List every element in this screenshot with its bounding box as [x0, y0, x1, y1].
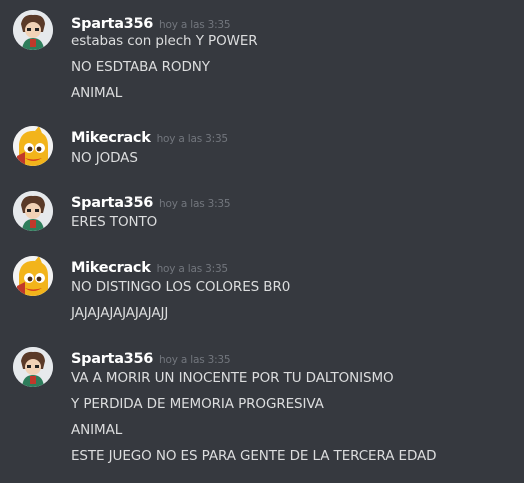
- username[interactable]: Mikecrack: [71, 130, 151, 146]
- message-text: estabas con plech Y POWER: [71, 33, 258, 49]
- message-author-row: Sparta356 hoy a las 3:35: [71, 191, 231, 213]
- message-text: ERES TONTO: [71, 214, 158, 230]
- message-group: Sparta356 hoy a las 3:35 ERES TONTO: [0, 191, 524, 236]
- message-author-row: Sparta356 hoy a las 3:35: [71, 347, 231, 369]
- username[interactable]: Mikecrack: [71, 260, 151, 276]
- sparta-avatar-icon[interactable]: [13, 347, 53, 387]
- message-author-row: Mikecrack hoy a las 3:35: [71, 126, 228, 148]
- timestamp[interactable]: hoy a las 3:35: [159, 198, 231, 210]
- timestamp[interactable]: hoy a las 3:35: [157, 133, 229, 145]
- message-text: ANIMAL: [71, 422, 123, 438]
- timestamp[interactable]: hoy a las 3:35: [159, 354, 231, 366]
- timestamp[interactable]: hoy a las 3:35: [157, 263, 229, 275]
- message-text: Y PERDIDA DE MEMORIA PROGRESIVA: [71, 396, 324, 412]
- message-text: VA A MORIR UN INOCENTE POR TU DALTONISMO: [71, 370, 394, 386]
- message-text: NO DISTINGO LOS COLORES BR0: [71, 279, 291, 295]
- mikecrack-avatar-icon[interactable]: [13, 126, 53, 166]
- message-text: ANIMAL: [71, 85, 123, 101]
- message-group: Sparta356 hoy a las 3:35 estabas con plec…: [0, 10, 524, 105]
- message-text: ESTE JUEGO NO ES PARA GENTE DE LA TERCER…: [71, 448, 437, 464]
- username[interactable]: Sparta356: [71, 351, 153, 367]
- username[interactable]: Sparta356: [71, 195, 153, 211]
- username[interactable]: Sparta356: [71, 16, 153, 32]
- message-text: NO JODAS: [71, 150, 138, 166]
- message-text: NO ESDTABA RODNY: [71, 59, 210, 75]
- sparta-avatar-icon[interactable]: [13, 191, 53, 231]
- message-group: Mikecrack hoy a las 3:35 NO DISTINGO LOS …: [0, 256, 524, 326]
- message-group: Mikecrack hoy a las 3:35 NO JODAS: [0, 126, 524, 171]
- sparta-avatar-icon[interactable]: [13, 10, 53, 50]
- message-text: JAJAJAJAJAJAJAJJ: [71, 305, 169, 321]
- timestamp[interactable]: hoy a las 3:35: [159, 19, 231, 31]
- mikecrack-avatar-icon[interactable]: [13, 256, 53, 296]
- message-author-row: Mikecrack hoy a las 3:35: [71, 256, 228, 278]
- message-group: Sparta356 hoy a las 3:35 VA A MORIR UN IN…: [0, 347, 524, 472]
